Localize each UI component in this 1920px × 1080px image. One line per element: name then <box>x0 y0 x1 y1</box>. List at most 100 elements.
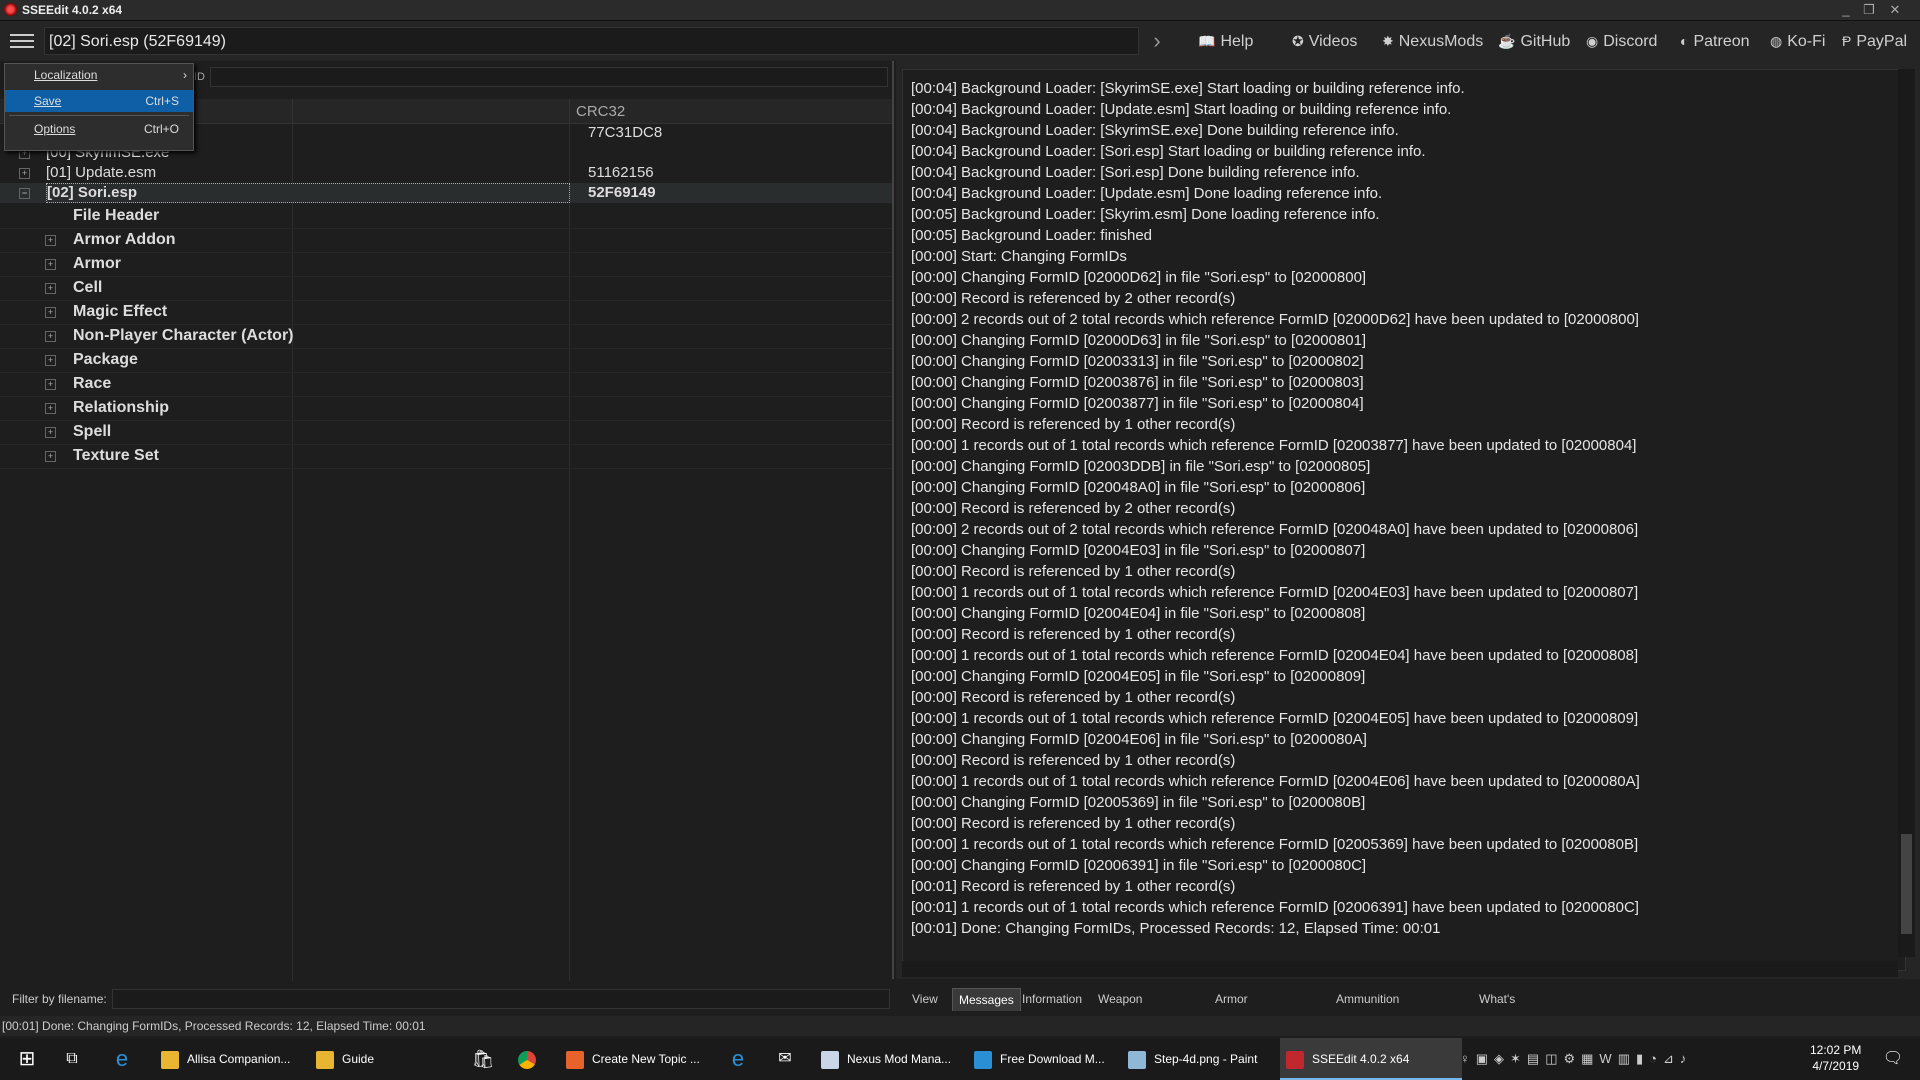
tab-weapon-spreadsheet[interactable]: Weapon Spreadsheet <box>1092 988 1172 1028</box>
tree-group-row[interactable]: + Package <box>0 348 892 373</box>
close-button[interactable]: ✕ <box>1884 2 1906 18</box>
message-line: [00:00] 2 records out of 2 total records… <box>911 521 1639 538</box>
scrollbar-thumb[interactable] <box>1901 834 1912 934</box>
link-help[interactable]: 📖 Help <box>1198 21 1253 61</box>
taskbar-item[interactable]: Guide <box>310 1038 456 1080</box>
tab-messages[interactable]: Messages <box>952 988 1021 1011</box>
collapse-icon[interactable]: − <box>19 188 30 199</box>
taskbar-item[interactable]: SSEEdit 4.0.2 x64 <box>1280 1038 1462 1080</box>
tree-file-crc: 77C31DC8 <box>588 124 663 141</box>
expand-icon[interactable]: + <box>45 355 56 366</box>
tree-group-label: Magic Effect <box>73 303 168 320</box>
filter-filename-input[interactable] <box>112 989 890 1009</box>
expand-icon[interactable]: + <box>45 235 56 246</box>
menu-item-save[interactable]: Save Ctrl+S <box>5 90 193 112</box>
taskbar-item-label: Free Download M... <box>1000 1052 1105 1066</box>
task-view-icon[interactable]: ⧉ <box>60 1038 84 1080</box>
paint-icon <box>1128 1050 1146 1069</box>
taskbar-item[interactable]: Create New Topic ... <box>560 1038 751 1080</box>
message-line: [00:00] 2 records out of 2 total records… <box>911 311 1639 328</box>
tree-group-row[interactable]: + Cell <box>0 276 892 301</box>
tree-group-row[interactable]: + Armor Addon <box>0 228 892 253</box>
tree-group-row[interactable]: + Armor <box>0 252 892 277</box>
menu-item-shortcut: Ctrl+O <box>143 122 179 136</box>
tree-group-row[interactable]: + Magic Effect <box>0 300 892 325</box>
tab-armor-spreadsheet[interactable]: Armor Spreadsheet <box>1209 988 1289 1028</box>
maximize-button[interactable]: ❐ <box>1858 2 1880 18</box>
expand-icon[interactable]: + <box>19 168 30 179</box>
chevron-right-icon[interactable]: › <box>1145 27 1169 55</box>
message-line: [00:04] Background Loader: [Update.esm] … <box>911 185 1383 202</box>
message-line: [00:00] 1 records out of 1 total records… <box>911 437 1637 454</box>
ie-icon[interactable]: e <box>725 1038 751 1080</box>
minimize-button[interactable]: _ <box>1835 2 1857 18</box>
hamburger-menu-icon[interactable] <box>10 34 34 50</box>
folder-icon <box>161 1050 179 1069</box>
tree-group-label: Cell <box>73 279 103 296</box>
taskbar-item-label: Create New Topic ... <box>592 1052 700 1066</box>
chrome-icon[interactable] <box>518 1038 544 1080</box>
expand-icon[interactable]: + <box>45 283 56 294</box>
expand-icon[interactable]: + <box>45 259 56 270</box>
filter-formid-label: ID <box>194 71 205 83</box>
tree-group-row[interactable]: File Header <box>0 204 892 229</box>
menu-item-options[interactable]: Options Ctrl+O <box>5 118 193 140</box>
tree-group-row[interactable]: + Race <box>0 372 892 397</box>
menu-separator <box>9 115 189 116</box>
link-label: PayPal <box>1856 33 1908 50</box>
clock[interactable]: 12:02 PM 4/7/2019 <box>1810 1042 1861 1074</box>
taskbar-item-label: Guide <box>342 1052 375 1066</box>
notification-center-icon[interactable]: 🗨 <box>1880 1038 1906 1080</box>
tab-ammunition-spreadsheet[interactable]: Ammunition Spreadsheet <box>1330 988 1410 1028</box>
tree-file-row[interactable]: + [01] Update.esm 51162156 <box>0 163 892 183</box>
tree-group-label: Race <box>73 375 112 392</box>
link-kofi[interactable]: ◍ Ko-Fi <box>1770 21 1825 61</box>
link-github[interactable]: ☕ GitHub <box>1498 21 1570 61</box>
column-header-crc32[interactable]: CRC32 <box>576 103 625 120</box>
menu-item-label: Save <box>34 94 62 108</box>
submenu-arrow-icon: › <box>183 68 187 82</box>
videos-icon: ✪ <box>1292 33 1304 49</box>
nmm-icon <box>821 1050 839 1069</box>
expand-icon[interactable]: + <box>45 427 56 438</box>
mail-icon[interactable]: ✉ <box>772 1038 798 1080</box>
message-line: [00:00] 1 records out of 1 total records… <box>911 773 1640 790</box>
record-path-field[interactable]: [02] Sori.esp (52F69149) <box>44 27 1139 55</box>
horizontal-scrollbar[interactable] <box>902 961 1898 977</box>
system-tray-icons[interactable]: ♀▣◈✶▤◫⚙▦W▥▮◔⊿♪ <box>1460 1038 1720 1080</box>
tab-view[interactable]: View <box>906 988 944 1010</box>
expand-icon[interactable]: + <box>45 403 56 414</box>
column-header-editorid[interactable] <box>293 99 570 123</box>
tree-file-crc: 51162156 <box>588 164 654 181</box>
messages-panel: [00:04] Background Loader: [SkyrimSE.exe… <box>896 61 1920 979</box>
store-icon[interactable]: 🛍 <box>470 1038 496 1080</box>
link-nexusmods[interactable]: ✸ NexusMods <box>1382 21 1483 61</box>
tree-group-label: Relationship <box>73 399 170 416</box>
expand-icon[interactable]: + <box>45 331 56 342</box>
messages-log[interactable]: [00:04] Background Loader: [SkyrimSE.exe… <box>902 69 1906 971</box>
expand-icon[interactable]: + <box>45 379 56 390</box>
link-patreon[interactable]: ◐ Patreon <box>1680 21 1750 61</box>
filter-formid-input[interactable] <box>210 67 888 87</box>
menu-item-shortcut: Ctrl+S <box>145 94 179 108</box>
link-discord[interactable]: ◉ Discord <box>1586 21 1657 61</box>
tab-what-s-new[interactable]: What's New <box>1473 988 1521 1028</box>
edge-icon[interactable]: e <box>110 1038 134 1080</box>
message-line: [00:00] Start: Changing FormIDs <box>911 248 1127 265</box>
menu-item-localization[interactable]: Localization › <box>5 64 193 86</box>
tree-group-row[interactable]: + Spell <box>0 420 892 445</box>
menu-item-label: Options <box>34 122 76 136</box>
windows-start-icon[interactable]: ⊞ <box>12 1038 42 1080</box>
tree-file-row[interactable]: − [02] Sori.esp 52F69149 <box>0 183 892 203</box>
link-label: Ko-Fi <box>1787 33 1826 50</box>
expand-icon[interactable]: + <box>45 307 56 318</box>
tab-information[interactable]: Information <box>1016 988 1088 1010</box>
tree-group-row[interactable]: + Relationship <box>0 396 892 421</box>
clock-date: 4/7/2019 <box>1812 1059 1860 1073</box>
vertical-scrollbar[interactable] <box>1898 69 1915 957</box>
link-videos[interactable]: ✪ Videos <box>1292 21 1357 61</box>
link-paypal[interactable]: Ᵽ PayPal <box>1842 21 1907 61</box>
tree-group-row[interactable]: + Non-Player Character (Actor) <box>0 324 892 349</box>
tree-group-row[interactable]: + Texture Set <box>0 444 892 469</box>
expand-icon[interactable]: + <box>45 451 56 462</box>
